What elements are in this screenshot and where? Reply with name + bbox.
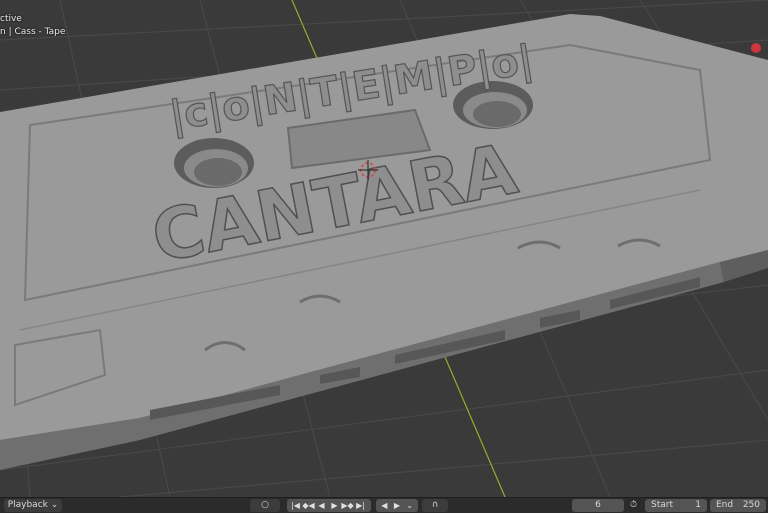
- playback-label: Playback: [7, 500, 48, 510]
- end-value: 250: [742, 500, 760, 510]
- keyframe-step: ◀ ▶ ⌄: [376, 499, 418, 512]
- next-keyframe-icon[interactable]: ▶◆: [341, 499, 354, 512]
- play-icon[interactable]: ▶: [328, 499, 341, 512]
- playback-menu[interactable]: Playback ⌄: [4, 499, 62, 512]
- timeline-header: Playback ⌄ ○ |◀ ◆◀ ◀ ▶ ▶◆ ▶| ◀ ▶ ⌄ ∩ 6 ⏱…: [0, 497, 768, 513]
- end-label: End: [716, 500, 734, 510]
- jump-to-end-icon[interactable]: ▶|: [354, 499, 367, 512]
- viewport-scene[interactable]: |c|o|N|T|E|M|P|o| CANTARA: [0, 0, 768, 497]
- start-value: 1: [695, 500, 701, 510]
- start-frame-field[interactable]: Start 1: [645, 499, 707, 512]
- previous-keyframe-icon[interactable]: ◆◀: [302, 499, 315, 512]
- step-back-icon[interactable]: ◀: [378, 499, 391, 512]
- transport-controls: |◀ ◆◀ ◀ ▶ ▶◆ ▶|: [287, 499, 371, 512]
- 3d-viewport[interactable]: |c|o|N|T|E|M|P|o| CANTARA ctive n | Cass…: [0, 0, 768, 497]
- magnet-icon: ∩: [431, 500, 439, 510]
- start-label: Start: [651, 500, 673, 510]
- keying-toggle[interactable]: ○: [250, 499, 280, 512]
- stopwatch-icon[interactable]: ⏱: [630, 499, 642, 512]
- jump-to-start-icon[interactable]: |◀: [289, 499, 302, 512]
- current-frame-field[interactable]: 6: [572, 499, 624, 512]
- viewport-object-text: n | Cass - Tape: [0, 27, 66, 37]
- viewport-mode-text: ctive: [0, 14, 22, 24]
- snap-toggle[interactable]: ∩: [422, 499, 448, 512]
- axis-gizmo-x-icon[interactable]: [751, 43, 761, 53]
- chevron-down-icon: ⌄: [50, 500, 59, 510]
- step-forward-icon[interactable]: ▶: [391, 499, 404, 512]
- circle-icon: ○: [261, 500, 269, 510]
- play-reverse-icon[interactable]: ◀: [315, 499, 328, 512]
- end-frame-field[interactable]: End 250: [710, 499, 766, 512]
- chevron-down-icon[interactable]: ⌄: [403, 499, 416, 512]
